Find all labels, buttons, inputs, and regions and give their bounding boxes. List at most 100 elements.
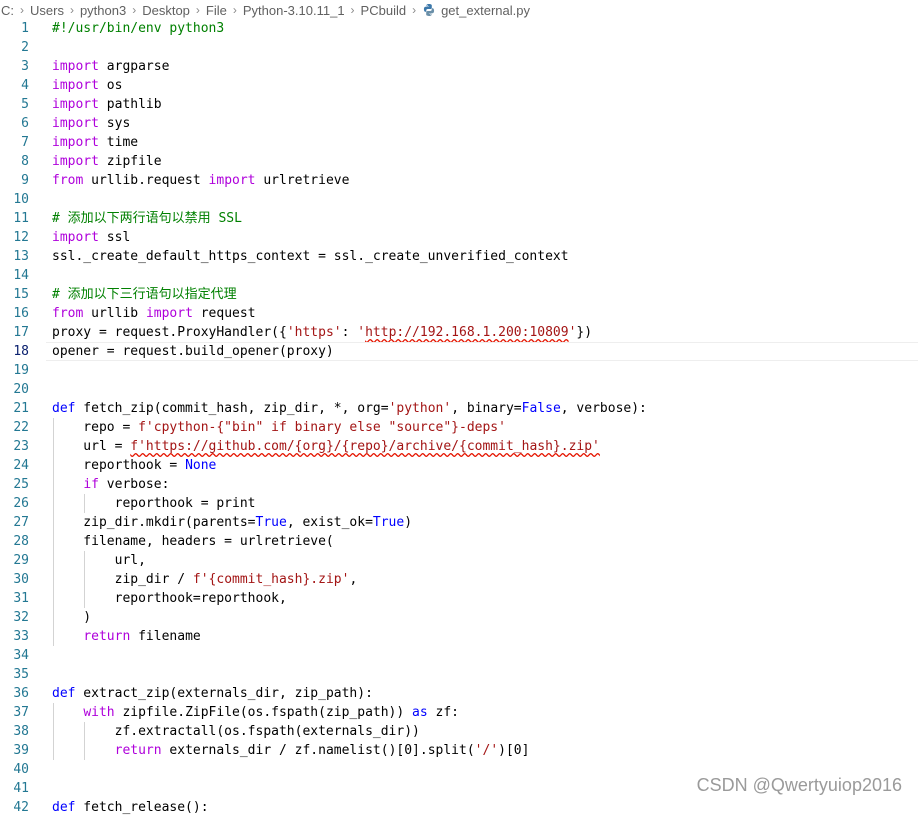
code-line[interactable]: 42 def fetch_release(): (0, 798, 918, 817)
code-line[interactable]: 31 reporthook=reporthook, (0, 589, 918, 608)
python-file-icon (424, 3, 435, 16)
line-number: 34 (13, 648, 29, 663)
breadcrumb-segment[interactable]: Users (29, 3, 65, 18)
code-text: filename, headers = urlretrieve( (52, 534, 334, 549)
code-text: url, (52, 553, 146, 568)
code-text: def extract_zip(externals_dir, zip_path)… (52, 686, 373, 701)
code-text: def fetch_release(): (52, 800, 209, 815)
chevron-right-icon: › (132, 3, 137, 17)
code-text: # 添加以下两行语句以禁用 SSL (52, 211, 242, 226)
code-line[interactable]: 6 import sys (0, 114, 918, 133)
line-number: 22 (13, 420, 29, 435)
line-number: 35 (13, 667, 29, 682)
code-text: import sys (52, 116, 131, 131)
code-line[interactable]: 25 if verbose: (0, 475, 918, 494)
line-number: 8 (21, 154, 29, 169)
code-line[interactable]: 34 (0, 646, 918, 665)
code-line[interactable]: 9 from urllib.request import urlretrieve (0, 171, 918, 190)
breadcrumb-segment[interactable]: Python-3.10.11_1 (242, 3, 346, 18)
code-text: opener = request.build_opener(proxy) (52, 344, 334, 359)
breadcrumb-segment[interactable]: PCbuild (360, 3, 408, 18)
chevron-right-icon: › (20, 3, 24, 17)
code-line[interactable]: 1 #!/usr/bin/env python3 (0, 19, 918, 38)
code-line[interactable]: 5 import pathlib (0, 95, 918, 114)
line-number: 5 (21, 97, 29, 112)
code-line[interactable]: 36 def extract_zip(externals_dir, zip_pat… (0, 684, 918, 703)
breadcrumb-segment[interactable]: File (205, 3, 228, 18)
line-number: 41 (13, 781, 29, 796)
chevron-right-icon: › (412, 3, 417, 17)
code-line[interactable]: 39 return externals_dir / zf.namelist()[… (0, 741, 918, 760)
code-text: ) (52, 610, 92, 625)
line-number: 17 (13, 325, 29, 340)
code-text: import zipfile (52, 154, 162, 169)
line-number: 12 (13, 230, 29, 245)
code-text: proxy = request.ProxyHandler({'https': '… (52, 325, 593, 340)
line-number: 18 (13, 344, 29, 359)
line-number: 11 (13, 211, 29, 226)
breadcrumb-segment[interactable]: Desktop (141, 3, 191, 18)
code-line[interactable]: 22 repo = f'cpython-{"bin" if binary els… (0, 418, 918, 437)
line-number: 38 (13, 724, 29, 739)
line-number: 2 (21, 40, 29, 55)
code-text: import time (52, 135, 139, 150)
code-line[interactable]: 13 ssl._create_default_https_context = ss… (0, 247, 918, 266)
code-text: # 添加以下三行语句以指定代理 (52, 287, 237, 302)
code-line[interactable]: 2 (0, 38, 918, 57)
code-line[interactable]: 14 (0, 266, 918, 285)
code-text: from urllib.request import urlretrieve (52, 173, 350, 188)
code-line[interactable]: 33 return filename (0, 627, 918, 646)
code-text: reporthook = None (52, 458, 217, 473)
code-line[interactable]: 3 import argparse (0, 57, 918, 76)
code-line[interactable]: 7 import time (0, 133, 918, 152)
breadcrumb-file[interactable]: get_external.py (421, 3, 531, 18)
code-line[interactable]: 20 (0, 380, 918, 399)
code-line[interactable]: 17 proxy = request.ProxyHandler({'https':… (0, 323, 918, 342)
breadcrumb-segment[interactable]: python3 (79, 3, 127, 18)
breadcrumb: C: › Users › python3 › Desktop › File › Python-3.1… (0, 0, 918, 20)
code-line[interactable]: 26 reporthook = print (0, 494, 918, 513)
code-line[interactable]: 11 # 添加以下两行语句以禁用 SSL (0, 209, 918, 228)
code-line[interactable]: 27 zip_dir.mkdir(parents=True, exist_ok=… (0, 513, 918, 532)
code-text: #!/usr/bin/env python3 (52, 21, 225, 36)
line-number: 6 (21, 116, 29, 131)
code-text: repo = f'cpython-{"bin" if binary else "… (52, 420, 506, 435)
code-line[interactable]: 4 import os (0, 76, 918, 95)
code-line[interactable]: 37 with zipfile.ZipFile(os.fspath(zip_pa… (0, 703, 918, 722)
code-line[interactable]: 8 import zipfile (0, 152, 918, 171)
code-line[interactable]: 16 from urllib import request (0, 304, 918, 323)
line-number: 19 (13, 363, 29, 378)
code-line[interactable]: 30 zip_dir / f'{commit_hash}.zip', (0, 570, 918, 589)
line-number: 7 (21, 135, 29, 150)
chevron-right-icon: › (232, 3, 237, 17)
code-line[interactable]: 18 opener = request.build_opener(proxy) (0, 342, 918, 361)
code-line[interactable]: 28 filename, headers = urlretrieve( (0, 532, 918, 551)
code-line[interactable]: 35 (0, 665, 918, 684)
code-line[interactable]: 15 # 添加以下三行语句以指定代理 (0, 285, 918, 304)
code-text: import pathlib (52, 97, 162, 112)
code-text: zip_dir.mkdir(parents=True, exist_ok=Tru… (52, 515, 413, 530)
code-text: reporthook=reporthook, (52, 591, 287, 606)
code-line[interactable]: 38 zf.extractall(os.fspath(externals_dir… (0, 722, 918, 741)
code-line[interactable]: 12 import ssl (0, 228, 918, 247)
code-text: reporthook = print (52, 496, 256, 511)
line-number: 39 (13, 743, 29, 758)
code-line[interactable]: 10 (0, 190, 918, 209)
line-number: 9 (21, 173, 29, 188)
code-line[interactable]: 24 reporthook = None (0, 456, 918, 475)
watermark: CSDN @Qwertyuiop2016 (696, 775, 902, 795)
code-editor[interactable]: 1 #!/usr/bin/env python3 2 3 import argparse… (0, 19, 918, 815)
line-number: 33 (13, 629, 29, 644)
code-text: with zipfile.ZipFile(os.fspath(zip_path)… (83, 705, 460, 720)
code-line[interactable]: 29 url, (0, 551, 918, 570)
code-line[interactable]: 23 url = f'https://github.com/{org}/{rep… (0, 437, 918, 456)
code-line[interactable]: 32 ) (0, 608, 918, 627)
line-number: 15 (13, 287, 29, 302)
code-line[interactable]: 19 (0, 361, 918, 380)
line-number: 29 (13, 553, 29, 568)
code-line[interactable]: 21 def fetch_zip(commit_hash, zip_dir, *,… (0, 399, 918, 418)
line-number: 40 (13, 762, 29, 777)
line-number: 42 (13, 800, 29, 815)
breadcrumb-segment[interactable]: C: (0, 3, 15, 18)
code-text: ssl._create_default_https_context = ssl.… (52, 249, 569, 264)
